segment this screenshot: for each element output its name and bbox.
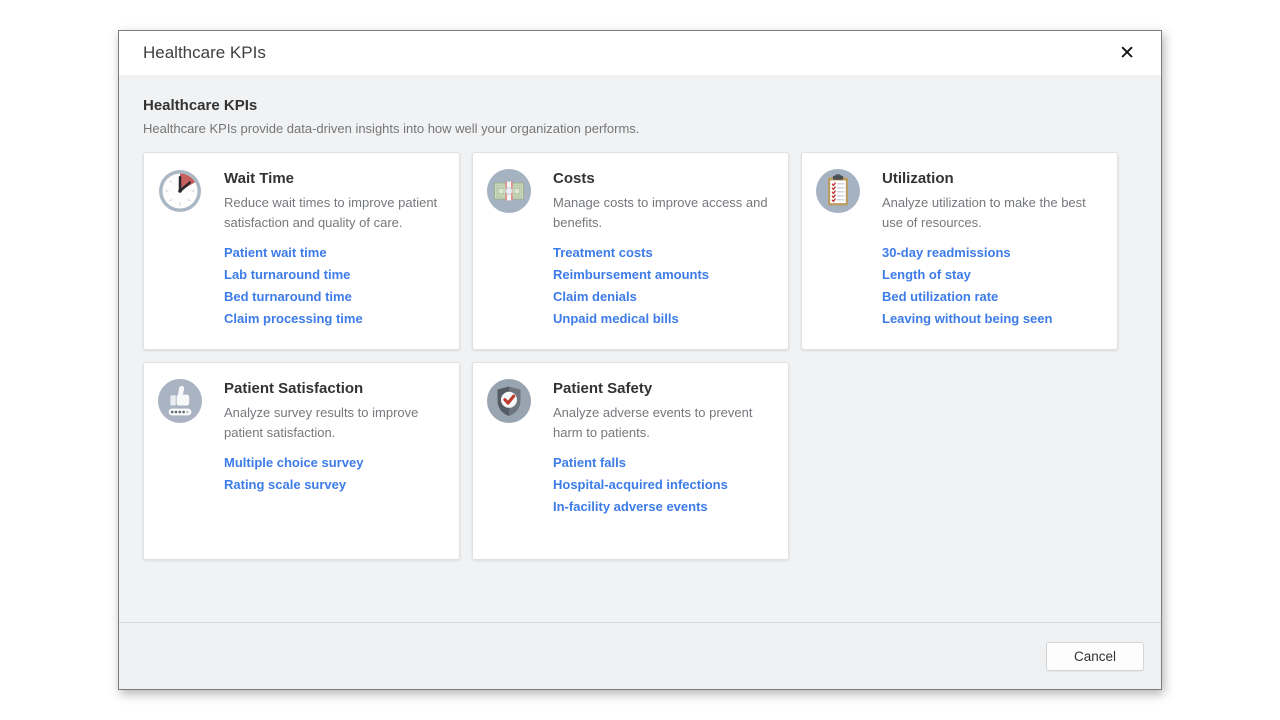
kpi-link-patient-falls[interactable]: Patient falls	[553, 452, 774, 474]
thumbs-up-rating-icon	[158, 379, 202, 423]
healthcare-kpis-dialog: Healthcare KPIs ✕ Healthcare KPIs Health…	[118, 30, 1162, 690]
kpi-link-hospital-acquired-infections[interactable]: Hospital-acquired infections	[553, 474, 774, 496]
kpi-card-patient-satisfaction: Patient Satisfaction Analyze survey resu…	[143, 362, 460, 560]
kpi-link-bed-utilization-rate[interactable]: Bed utilization rate	[882, 286, 1103, 308]
card-description: Analyze utilization to make the best use…	[882, 193, 1103, 232]
kpi-link-rating-scale-survey[interactable]: Rating scale survey	[224, 474, 445, 496]
dialog-body: Healthcare KPIs Healthcare KPIs provide …	[119, 75, 1161, 622]
kpi-link-bed-turnaround-time[interactable]: Bed turnaround time	[224, 286, 445, 308]
page-title: Healthcare KPIs	[143, 97, 1137, 114]
card-description: Manage costs to improve access and benef…	[553, 193, 774, 232]
kpi-card-wait-time: Wait Time Reduce wait times to improve p…	[143, 152, 460, 350]
card-title: Utilization	[882, 170, 1103, 187]
kpi-link-multiple-choice-survey[interactable]: Multiple choice survey	[224, 452, 445, 474]
money-icon	[487, 169, 531, 213]
kpi-link-claim-processing-time[interactable]: Claim processing time	[224, 308, 445, 330]
dialog-title: Healthcare KPIs	[143, 43, 266, 63]
card-title: Patient Satisfaction	[224, 380, 445, 397]
kpi-card-patient-safety: Patient Safety Analyze adverse events to…	[472, 362, 789, 560]
card-description: Analyze survey results to improve patien…	[224, 403, 445, 442]
kpi-link-length-of-stay[interactable]: Length of stay	[882, 264, 1103, 286]
kpi-link-lab-turnaround-time[interactable]: Lab turnaround time	[224, 264, 445, 286]
kpi-link-claim-denials[interactable]: Claim denials	[553, 286, 774, 308]
card-description: Analyze adverse events to prevent harm t…	[553, 403, 774, 442]
kpi-link-unpaid-medical-bills[interactable]: Unpaid medical bills	[553, 308, 774, 330]
kpi-card-utilization: Utilization Analyze utilization to make …	[801, 152, 1118, 350]
kpi-link-patient-wait-time[interactable]: Patient wait time	[224, 242, 445, 264]
page-subtitle: Healthcare KPIs provide data-driven insi…	[143, 121, 1137, 136]
kpi-link-in-facility-adverse-events[interactable]: In-facility adverse events	[553, 496, 774, 518]
card-description: Reduce wait times to improve patient sat…	[224, 193, 445, 232]
close-icon[interactable]: ✕	[1115, 42, 1139, 65]
dialog-footer: Cancel	[119, 622, 1161, 689]
kpi-link-reimbursement-amounts[interactable]: Reimbursement amounts	[553, 264, 774, 286]
kpi-link-30-day-readmissions[interactable]: 30-day readmissions	[882, 242, 1103, 264]
kpi-card-costs: Costs Manage costs to improve access and…	[472, 152, 789, 350]
cancel-button[interactable]: Cancel	[1046, 642, 1144, 671]
checklist-clipboard-icon	[816, 169, 860, 213]
dialog-titlebar: Healthcare KPIs ✕	[119, 31, 1161, 75]
kpi-link-leaving-without-being-seen[interactable]: Leaving without being seen	[882, 308, 1103, 330]
card-title: Patient Safety	[553, 380, 774, 397]
shield-check-icon	[487, 379, 531, 423]
card-title: Wait Time	[224, 170, 445, 187]
kpi-link-treatment-costs[interactable]: Treatment costs	[553, 242, 774, 264]
clock-icon	[158, 169, 202, 213]
card-title: Costs	[553, 170, 774, 187]
kpi-card-grid: Wait Time Reduce wait times to improve p…	[143, 152, 1137, 560]
